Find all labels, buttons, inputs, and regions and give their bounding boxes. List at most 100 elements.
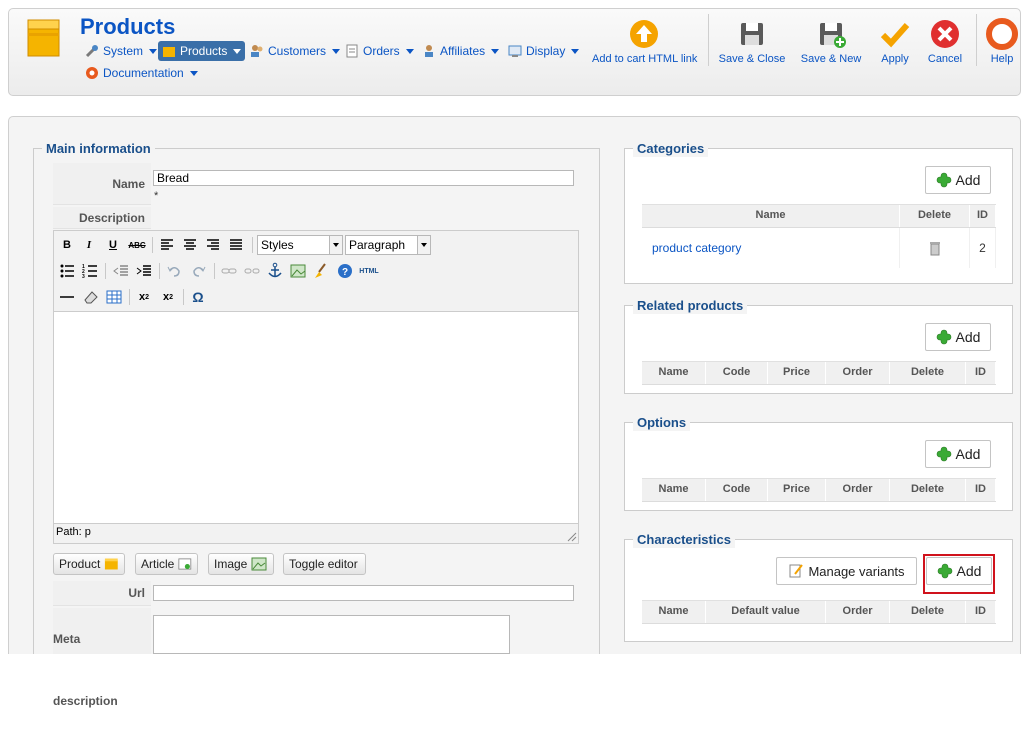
save-new-button[interactable]: Save & New [799,18,863,65]
arrow-up-circle-icon [629,20,658,48]
col-default-value: Default value [706,601,826,623]
strikethrough-icon[interactable]: ABC [128,236,146,254]
redo-icon[interactable] [190,262,208,280]
insert-article-label: Article [141,557,175,571]
menu-display[interactable]: Display [508,41,580,61]
chevron-down-icon [332,48,341,54]
insert-product-button[interactable]: Product [53,553,125,575]
bold-icon[interactable]: B [58,236,76,254]
plus-icon [936,329,951,345]
unlink-icon[interactable] [243,262,261,280]
superscript-icon[interactable]: x2 [159,288,177,306]
col-name: Name [642,205,900,227]
table-icon[interactable] [105,288,123,306]
editor-separator [105,263,106,279]
italic-icon[interactable]: I [80,236,98,254]
resize-handle-icon[interactable] [566,531,577,542]
help-button[interactable]: Help [986,18,1018,65]
anchor-icon[interactable] [266,262,284,280]
editor-separator [183,289,184,305]
tools-icon [85,45,98,58]
edit-note-icon [789,564,804,578]
undo-icon[interactable] [165,262,183,280]
subscript-icon[interactable]: x2 [135,288,153,306]
plus-icon [936,172,951,188]
col-order: Order [826,601,890,623]
editor-content-area[interactable] [54,311,578,524]
name-label: Name [53,163,151,205]
add-category-button[interactable]: Add [925,166,991,194]
save-icon [741,23,763,45]
manage-variants-button[interactable]: Manage variants [776,557,917,585]
categories-legend: Categories [633,140,709,157]
outdent-icon[interactable] [112,262,130,280]
cancel-button[interactable]: Cancel [926,18,964,65]
bullet-list-icon[interactable] [58,262,76,280]
name-input[interactable] [153,170,574,186]
special-character-button[interactable]: Ω [189,288,207,306]
categories-table-header: Name Delete ID [642,204,996,228]
col-id: ID [966,362,996,384]
insert-article-button[interactable]: Article [135,553,198,575]
save-close-button[interactable]: Save & Close [718,18,786,65]
add-option-label: Add [955,446,981,462]
menu-system[interactable]: System [85,41,158,61]
trash-icon[interactable] [929,240,941,256]
url-input[interactable] [153,585,574,601]
link-icon[interactable] [220,262,238,280]
menu-orders[interactable]: Orders [345,41,414,61]
svg-text:?: ? [342,267,348,278]
eraser-icon[interactable] [82,288,100,306]
col-price: Price [768,479,826,501]
cleanup-brush-icon[interactable] [312,262,330,280]
chevron-down-icon [405,48,414,54]
box-icon [105,558,119,570]
insert-product-label: Product [59,557,101,571]
col-delete: Delete [890,362,966,384]
apply-button[interactable]: Apply [877,18,913,65]
html-source-button[interactable]: HTML [357,262,381,280]
toggle-editor-button[interactable]: Toggle editor [283,553,366,575]
col-name: Name [642,479,706,501]
affiliates-icon [425,45,433,57]
paragraph-select-value: Paragraph [349,238,406,252]
meta-description-label: Meta description [53,608,151,708]
menu-products[interactable]: Products [158,41,246,61]
cancel-label: Cancel [927,53,963,65]
col-price: Price [768,362,826,384]
save-close-label: Save & Close [718,53,786,65]
chevron-down-icon [571,48,580,54]
indent-icon[interactable] [135,262,153,280]
options-legend: Options [633,414,691,431]
display-icon [508,45,522,57]
help-label: Help [990,53,1014,65]
add-option-button[interactable]: Add [925,440,991,468]
align-left-icon[interactable] [158,236,176,254]
col-id: ID [966,601,996,623]
align-justify-icon[interactable] [227,236,245,254]
add-category-label: Add [955,172,981,188]
menu-customers[interactable]: Customers [250,41,341,61]
align-right-icon[interactable] [204,236,222,254]
meta-description-textarea[interactable] [153,615,510,654]
underline-icon[interactable]: U [104,236,122,254]
add-related-product-button[interactable]: Add [925,323,991,351]
category-name-link[interactable]: product category [642,228,900,268]
insert-image-button[interactable]: Image [208,553,274,575]
menu-affiliates[interactable]: Affiliates [422,41,500,61]
numbered-list-icon[interactable]: 123 [81,262,99,280]
image-icon[interactable] [289,262,307,280]
col-id: ID [966,479,996,501]
svg-text:3: 3 [82,274,85,280]
add-to-cart-link-button[interactable]: Add to cart HTML link [592,18,697,65]
align-center-icon[interactable] [181,236,199,254]
related-products-legend: Related products [633,297,748,314]
horizontal-rule-icon[interactable] [58,288,76,306]
paragraph-select[interactable]: Paragraph [345,235,431,255]
editor-separator [152,237,153,253]
styles-select[interactable]: Styles [257,235,343,255]
products-box-icon [27,19,60,57]
image-icon [251,557,267,571]
menu-documentation[interactable]: Documentation [85,63,198,83]
help-circle-icon[interactable]: ? [336,262,354,280]
